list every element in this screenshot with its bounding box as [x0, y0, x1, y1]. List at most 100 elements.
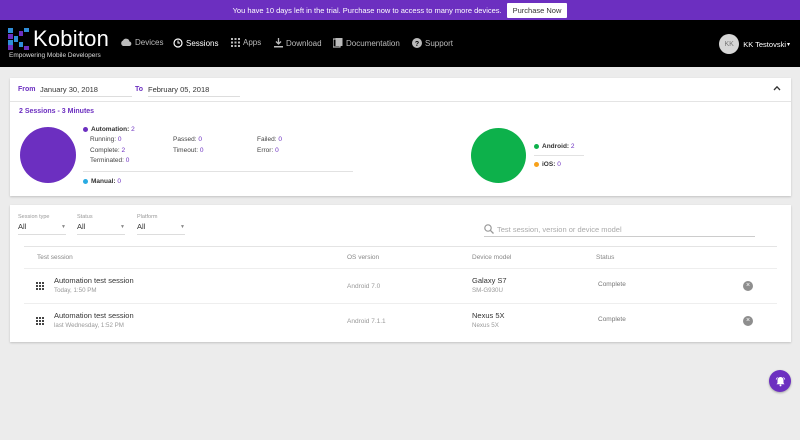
platform-pie-chart — [471, 128, 526, 183]
close-icon[interactable]: × — [743, 281, 753, 291]
date-range: From January 30, 2018 To February 05, 20… — [10, 78, 791, 102]
running-value: 0 — [117, 136, 122, 143]
timeout-stat: Timeout: 0 — [173, 147, 203, 154]
session-name: Automation test session — [54, 276, 134, 285]
platform-value: All — [137, 222, 146, 231]
to-label: To — [135, 86, 144, 93]
grid-icon — [36, 282, 44, 290]
session-type-filter[interactable]: Session type All ▼ — [18, 214, 66, 235]
status-filter[interactable]: Status All ▼ — [77, 214, 125, 235]
search-icon — [484, 224, 494, 234]
device-model: SM-G930U — [472, 287, 503, 294]
nav-support[interactable]: ? Support — [412, 38, 453, 48]
error-value: 0 — [275, 147, 279, 154]
grid-icon — [36, 317, 44, 325]
bell-icon — [775, 376, 785, 386]
failed-value: 0 — [278, 136, 282, 143]
close-icon[interactable]: × — [743, 316, 753, 326]
book-icon — [333, 38, 343, 48]
failed-stat: Failed: 0 — [257, 136, 282, 143]
user-name: KK Testovski — [743, 39, 786, 49]
dropdown-caret-icon: ▼ — [180, 224, 185, 230]
passed-label: Passed: — [173, 136, 197, 143]
header-os-version: OS version — [347, 254, 380, 261]
brand-tagline: Empowering Mobile Developers — [9, 52, 101, 59]
cloud-icon — [121, 38, 132, 46]
android-dot — [534, 143, 539, 149]
nav-sessions[interactable]: Sessions — [173, 38, 218, 48]
os-version: Android 7.0 — [347, 283, 381, 290]
table-header: Test session OS version Device model Sta… — [24, 246, 777, 268]
manual-value: 0 — [117, 178, 121, 185]
user-menu[interactable]: KK KK Testovski ▾ — [719, 34, 790, 54]
failed-label: Failed: — [257, 136, 277, 143]
android-stat: Android: 2 — [534, 143, 575, 150]
device-model: Nexus 5X — [472, 322, 499, 329]
manual-stat: Manual: 0 — [83, 178, 121, 185]
trial-banner: You have 10 days left in the trial. Purc… — [0, 0, 800, 20]
notification-button[interactable] — [769, 370, 791, 392]
sessions-list-card: Session type All ▼ Status All ▼ Platform A… — [10, 205, 791, 342]
error-label: Error: — [257, 147, 274, 154]
search-box[interactable] — [484, 222, 755, 237]
automation-dot — [83, 126, 88, 132]
session-cell: Automation test session Today, 1:50 PM — [54, 276, 134, 294]
nav-apps[interactable]: Apps — [231, 38, 261, 47]
manual-label: Manual: — [91, 178, 116, 185]
terminated-stat: Terminated: 0 — [90, 157, 129, 164]
avatar: KK — [719, 34, 740, 54]
status-text: Complete — [598, 316, 626, 323]
session-time: last Wednesday, 1:52 PM — [54, 322, 124, 329]
nav-documentation[interactable]: Documentation — [333, 38, 400, 48]
automation-label: Automation: — [91, 126, 130, 133]
trial-message: You have 10 days left in the trial. Purc… — [232, 5, 502, 15]
dropdown-caret-icon: ▼ — [120, 224, 125, 230]
purchase-now-button[interactable]: Purchase Now — [506, 2, 568, 18]
nav-download[interactable]: Download — [274, 38, 322, 48]
passed-stat: Passed: 0 — [173, 136, 202, 143]
sessions-summary-heading: 2 Sessions - 3 Minutes — [19, 108, 95, 115]
to-date-field[interactable]: February 05, 2018 — [148, 85, 240, 97]
top-navigation: Kobiton Empowering Mobile Developers Dev… — [0, 20, 800, 67]
session-type-value: All — [18, 222, 27, 231]
complete-stat: Complete: 2 — [90, 147, 125, 154]
terminated-value: 0 — [125, 157, 130, 164]
error-stat: Error: 0 — [257, 147, 279, 154]
timeout-value: 0 — [199, 147, 204, 154]
complete-value: 2 — [121, 147, 126, 154]
session-name: Automation test session — [54, 311, 134, 320]
table-row[interactable]: Automation test session Today, 1:50 PM A… — [24, 268, 777, 303]
header-device-model: Device model — [472, 254, 512, 261]
help-icon: ? — [412, 38, 422, 48]
running-stat: Running: 0 — [90, 136, 121, 143]
summary-card: From January 30, 2018 To February 05, 20… — [10, 78, 791, 196]
summary-divider — [83, 171, 353, 172]
automation-value: 2 — [131, 126, 135, 133]
running-label: Running: — [90, 136, 117, 143]
platform-filter[interactable]: Platform All ▼ — [137, 214, 185, 235]
status-text: Complete — [598, 281, 626, 288]
complete-label: Complete: — [90, 147, 120, 154]
ios-value: 0 — [557, 161, 561, 168]
status-label: Status — [77, 214, 93, 220]
platform-divider — [534, 155, 584, 156]
kobiton-logo-icon[interactable] — [8, 28, 30, 50]
ios-stat: iOS: 0 — [534, 161, 561, 168]
session-time: Today, 1:50 PM — [54, 287, 97, 294]
automation-stat: Automation: 2 — [83, 126, 135, 133]
dropdown-caret-icon: ▼ — [61, 224, 66, 230]
search-input[interactable] — [497, 224, 747, 234]
ios-dot — [534, 161, 539, 167]
table-row[interactable]: Automation test session last Wednesday, … — [24, 303, 777, 338]
nav-devices[interactable]: Devices — [120, 38, 163, 47]
session-type-label: Session type — [18, 214, 50, 220]
from-date-field[interactable]: January 30, 2018 — [40, 85, 132, 97]
brand-name[interactable]: Kobiton — [33, 26, 109, 52]
passed-value: 0 — [198, 136, 202, 143]
from-label: From — [18, 86, 36, 93]
grid-icon — [231, 38, 240, 47]
collapse-chevron-up-icon[interactable] — [773, 83, 781, 94]
header-test-session: Test session — [37, 254, 73, 261]
device-cell: Nexus 5X Nexus 5X — [472, 311, 505, 329]
nav-download-label: Download — [286, 38, 322, 48]
